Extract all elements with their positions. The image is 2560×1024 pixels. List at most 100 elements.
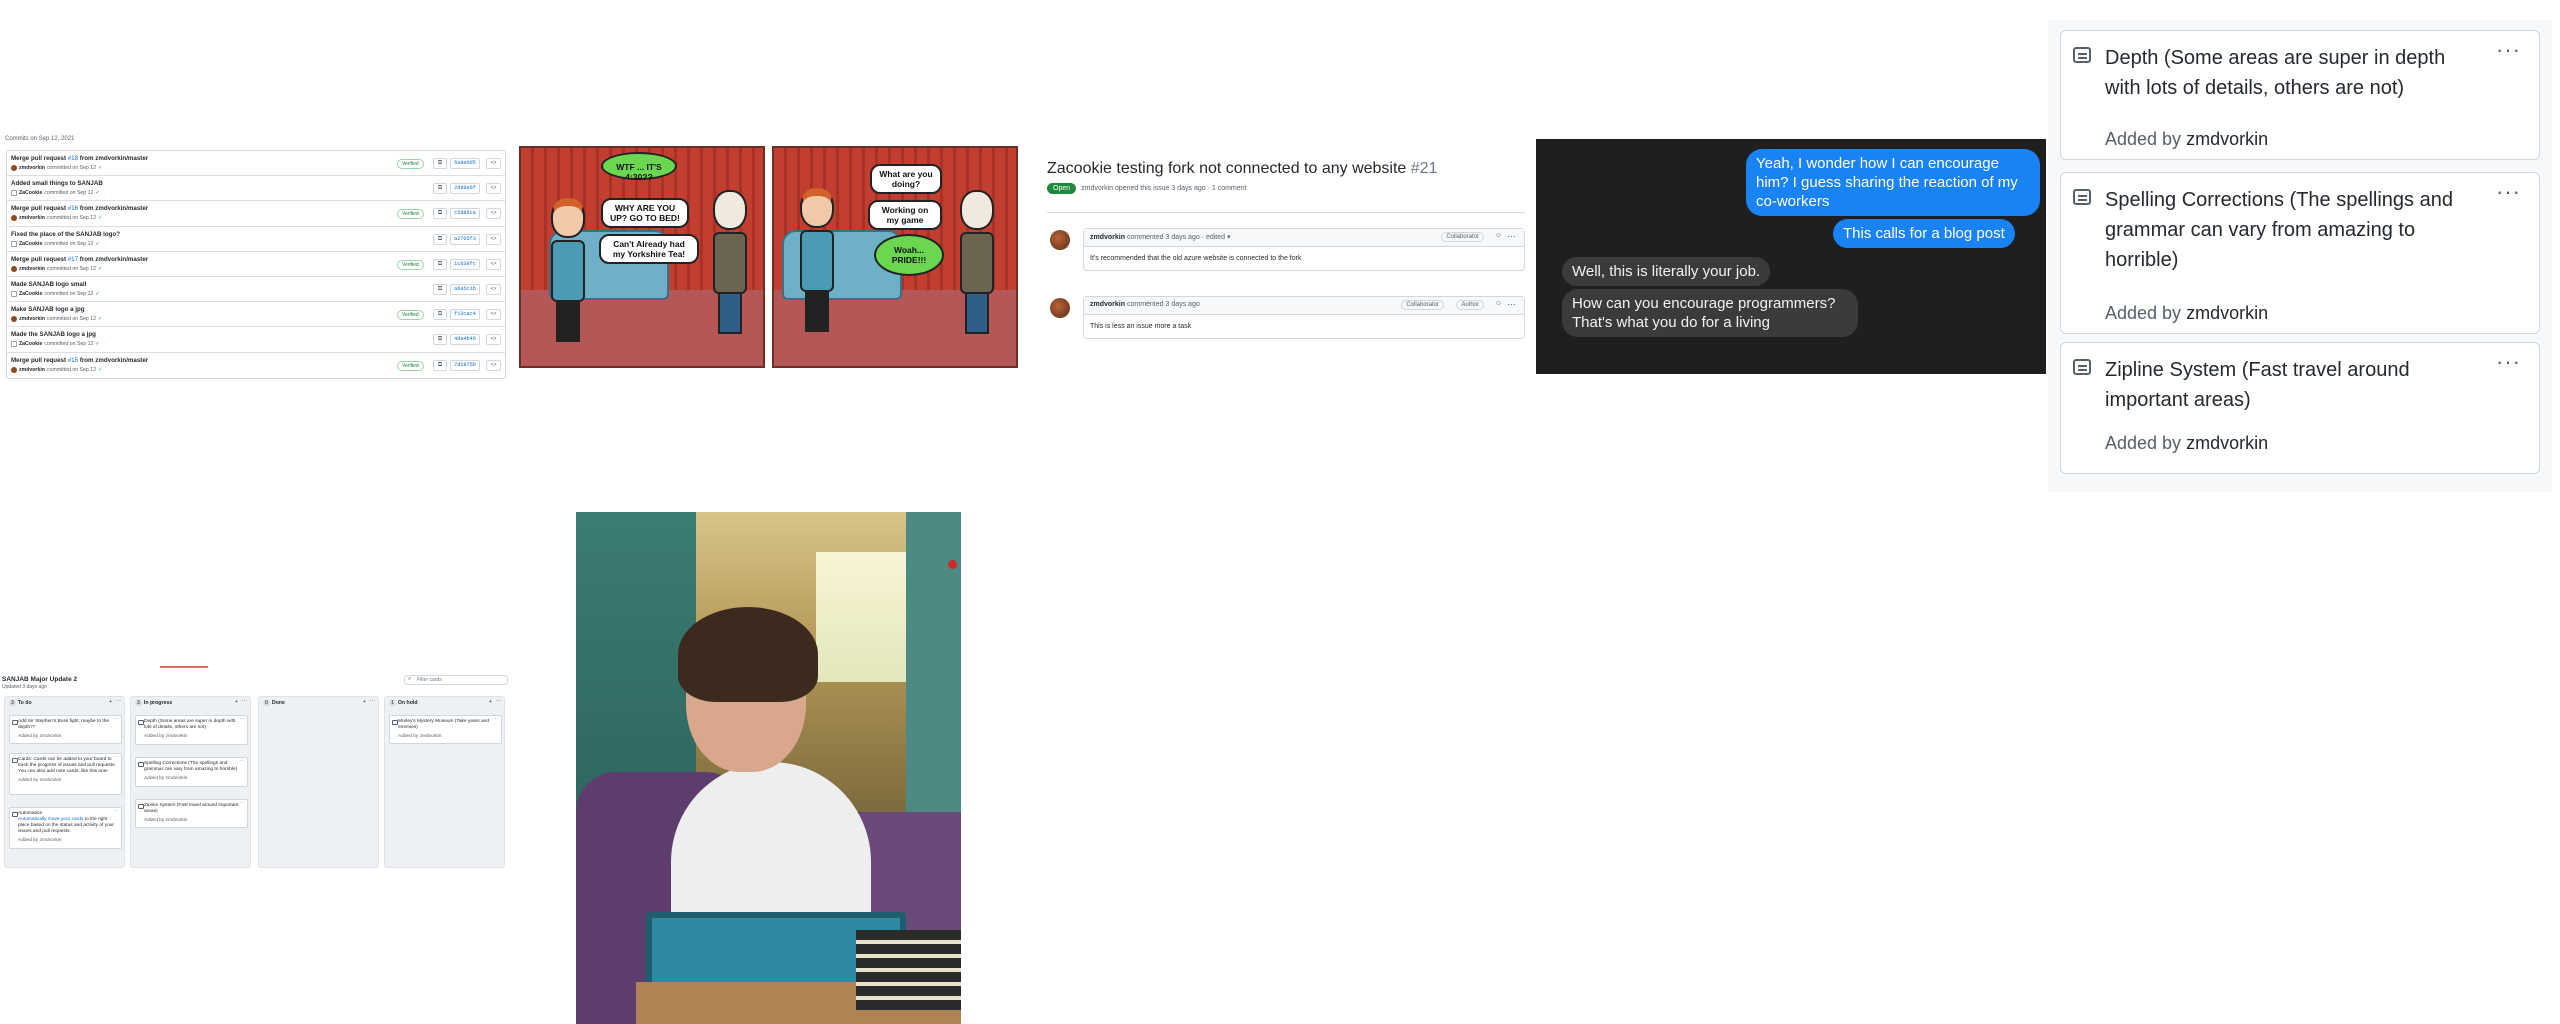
- commit-message[interactable]: Merge pull request #15 from zmdvorkin/ma…: [11, 357, 148, 364]
- browse-code-icon[interactable]: <>: [486, 183, 501, 195]
- verified-badge[interactable]: Verified: [397, 209, 424, 220]
- pull-request-link[interactable]: #17: [68, 256, 78, 263]
- commit-author[interactable]: zmdvorkin: [19, 215, 45, 221]
- add-card-icon[interactable]: +: [489, 699, 492, 705]
- project-card[interactable]: Spelling Corrections (The spellings and …: [2060, 172, 2540, 334]
- avatar[interactable]: [11, 290, 17, 297]
- commit-author[interactable]: ZaCookie: [19, 241, 42, 247]
- board-card[interactable]: Spelling Corrections (The spellings and …: [135, 757, 248, 787]
- more-options-icon[interactable]: ···: [113, 755, 118, 761]
- commit-row[interactable]: Added small things to SANJAB ZaCookie comm…: [7, 176, 505, 202]
- more-options-icon[interactable]: ···: [242, 698, 247, 704]
- more-options-icon[interactable]: ···: [113, 809, 118, 815]
- comment-meta[interactable]: commented 3 days ago: [1127, 301, 1200, 308]
- commit-sha[interactable]: a2705f3: [450, 233, 480, 245]
- avatar[interactable]: [11, 366, 17, 373]
- commit-sha[interactable]: 2d98e6f: [450, 183, 480, 195]
- comment-author[interactable]: zmdvorkin: [1090, 301, 1125, 308]
- browse-code-icon[interactable]: <>: [486, 309, 501, 321]
- avatar[interactable]: [11, 165, 17, 171]
- more-options-icon[interactable]: ···: [1507, 231, 1516, 241]
- check-icon[interactable]: ✓: [98, 316, 102, 322]
- board-card[interactable]: Depth (Some areas are super in depth wit…: [135, 715, 248, 745]
- pull-request-link[interactable]: #15: [68, 357, 78, 364]
- copy-icon[interactable]: ⧉: [433, 283, 447, 295]
- copy-icon[interactable]: ⧉: [433, 359, 447, 371]
- commit-message[interactable]: Made SANJAB logo small: [11, 281, 86, 288]
- more-options-icon[interactable]: ···: [496, 698, 501, 704]
- commit-author[interactable]: zmdvorkin: [19, 367, 45, 373]
- board-card[interactable]: Add Sir Stephen's Boss fight, maybe to t…: [9, 715, 122, 744]
- check-icon[interactable]: ✓: [98, 165, 102, 171]
- browse-code-icon[interactable]: <>: [486, 158, 501, 169]
- browse-code-icon[interactable]: <>: [486, 359, 501, 371]
- check-icon[interactable]: ✓: [98, 367, 102, 373]
- browse-code-icon[interactable]: <>: [486, 283, 501, 295]
- comment-meta[interactable]: commented 3 days ago · edited ▾: [1127, 234, 1231, 241]
- project-card[interactable]: Depth (Some areas are super in depth wit…: [2060, 30, 2540, 160]
- commit-row[interactable]: Made SANJAB logo small ZaCookie committed …: [7, 277, 505, 303]
- verified-badge[interactable]: Verified: [397, 159, 424, 169]
- more-options-icon[interactable]: ···: [116, 698, 121, 704]
- more-options-icon[interactable]: ···: [2496, 349, 2521, 375]
- check-icon[interactable]: ✓: [98, 215, 102, 221]
- pull-request-link[interactable]: #18: [68, 155, 78, 162]
- card-author[interactable]: zmdvorkin: [2186, 433, 2268, 453]
- more-options-icon[interactable]: ···: [239, 759, 244, 765]
- commit-message[interactable]: Merge pull request #16 from zmdvorkin/ma…: [11, 205, 148, 212]
- copy-icon[interactable]: ⧉: [433, 158, 447, 169]
- commit-row[interactable]: Made the SANJAB logo a jpg ZaCookie commit…: [7, 327, 505, 353]
- commit-row[interactable]: Merge pull request #15 from zmdvorkin/ma…: [7, 353, 505, 378]
- copy-icon[interactable]: ⧉: [433, 233, 447, 245]
- browse-code-icon[interactable]: <>: [486, 208, 501, 220]
- pull-request-link[interactable]: #16: [68, 205, 78, 212]
- reaction-icon[interactable]: ☺: [1495, 232, 1502, 239]
- commit-row[interactable]: Make SANJAB logo a jpg zmdvorkin committed…: [7, 302, 505, 328]
- avatar[interactable]: [11, 316, 17, 323]
- board-card[interactable]: Automation Automatically move your cards …: [9, 807, 122, 849]
- commit-row[interactable]: Fixed the place of the SANJAB logo? ZaCoo…: [7, 227, 505, 252]
- avatar[interactable]: [11, 240, 17, 247]
- more-options-icon[interactable]: ···: [2496, 37, 2521, 63]
- avatar[interactable]: [11, 341, 17, 348]
- commit-author[interactable]: ZaCookie: [19, 291, 42, 297]
- commit-message[interactable]: Merge pull request #17 from zmdvorkin/ma…: [11, 256, 148, 263]
- commit-message[interactable]: Fixed the place of the SANJAB logo?: [11, 231, 120, 238]
- commit-sha[interactable]: 5a9e0d5: [450, 158, 480, 169]
- avatar[interactable]: [11, 265, 17, 272]
- copy-icon[interactable]: ⧉: [433, 258, 447, 270]
- more-options-icon[interactable]: ···: [1507, 299, 1516, 309]
- commit-message[interactable]: Made the SANJAB logo a jpg: [11, 331, 96, 338]
- more-options-icon[interactable]: ···: [493, 717, 498, 723]
- avatar[interactable]: [11, 190, 17, 197]
- reaction-icon[interactable]: ☺: [1495, 300, 1502, 307]
- commit-author[interactable]: zmdvorkin: [19, 165, 45, 171]
- browse-code-icon[interactable]: <>: [486, 233, 501, 245]
- verified-badge[interactable]: Verified: [397, 360, 424, 371]
- browse-code-icon[interactable]: <>: [486, 258, 501, 270]
- verified-badge[interactable]: Verified: [397, 310, 424, 321]
- board-card[interactable]: Cards: Cards can be added to your board …: [9, 753, 122, 795]
- more-options-icon[interactable]: ···: [2496, 179, 2521, 205]
- commit-message[interactable]: Make SANJAB logo a jpg: [11, 306, 85, 313]
- more-options-icon[interactable]: ···: [239, 801, 244, 807]
- commit-sha[interactable]: 1c638fc: [450, 258, 480, 270]
- commit-author[interactable]: ZaCookie: [19, 190, 42, 196]
- comment-author[interactable]: zmdvorkin: [1090, 234, 1125, 241]
- check-icon[interactable]: ✓: [95, 341, 99, 347]
- copy-icon[interactable]: ⧉: [433, 183, 447, 195]
- commit-sha[interactable]: f13cac4: [450, 309, 480, 321]
- check-icon[interactable]: ✓: [95, 241, 99, 247]
- commit-row[interactable]: Merge pull request #18 from zmdvorkin/ma…: [7, 151, 505, 177]
- more-options-icon[interactable]: ···: [113, 717, 118, 723]
- commit-sha[interactable]: a6a5c1b: [450, 283, 480, 295]
- card-author[interactable]: zmdvorkin: [2186, 303, 2268, 323]
- copy-icon[interactable]: ⧉: [433, 309, 447, 321]
- commit-message[interactable]: Merge pull request #18 from zmdvorkin/ma…: [11, 155, 148, 162]
- commit-row[interactable]: Merge pull request #16 from zmdvorkin/ma…: [7, 201, 505, 227]
- avatar[interactable]: [1050, 230, 1070, 250]
- project-card[interactable]: Zipline System (Fast travel around impor…: [2060, 342, 2540, 474]
- commit-author[interactable]: zmdvorkin: [19, 266, 45, 272]
- commit-row[interactable]: Merge pull request #17 from zmdvorkin/ma…: [7, 252, 505, 277]
- add-card-icon[interactable]: +: [109, 699, 112, 705]
